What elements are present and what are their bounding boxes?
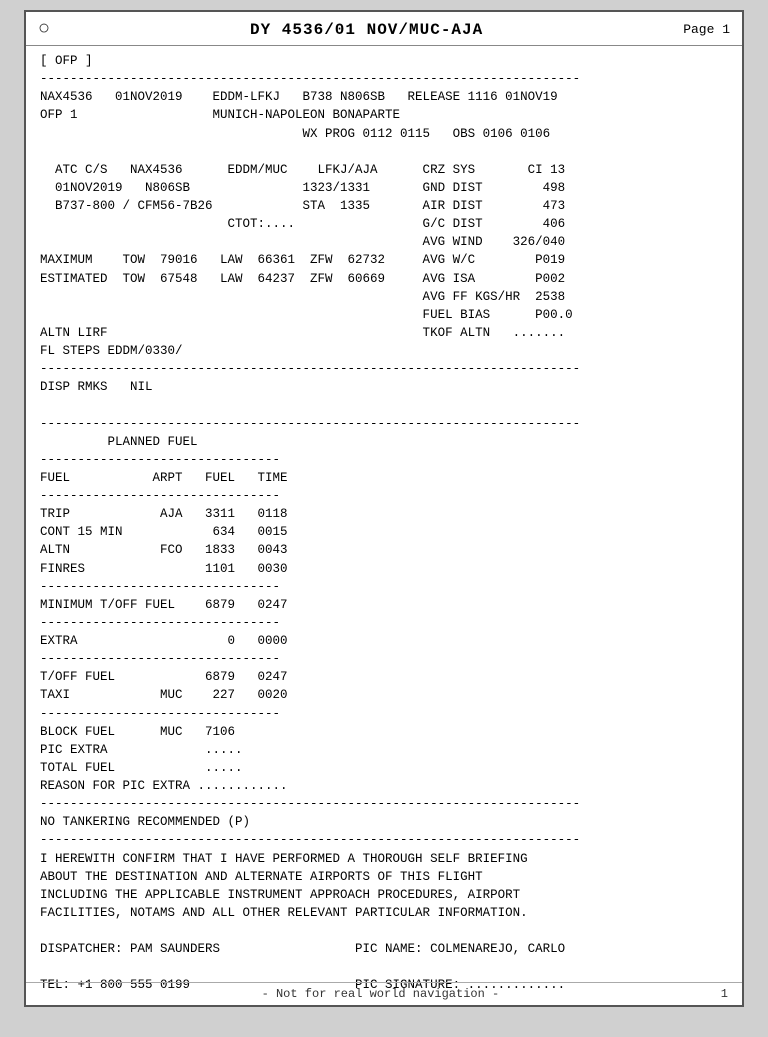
- page-number: Page 1: [683, 22, 730, 37]
- app-icon: ○: [38, 18, 50, 41]
- page-header: ○ DY 4536/01 NOV/MUC-AJA Page 1: [26, 12, 742, 46]
- page-title: DY 4536/01 NOV/MUC-AJA: [250, 21, 483, 39]
- page-footer: - Not for real world navigation - 1: [26, 982, 742, 1005]
- page-container: ○ DY 4536/01 NOV/MUC-AJA Page 1 [ OFP ] …: [24, 10, 744, 1007]
- footer-right: 1: [721, 987, 728, 1001]
- footer-center: - Not for real world navigation -: [40, 987, 721, 1001]
- ofp-content: [ OFP ] --------------------------------…: [26, 46, 742, 1005]
